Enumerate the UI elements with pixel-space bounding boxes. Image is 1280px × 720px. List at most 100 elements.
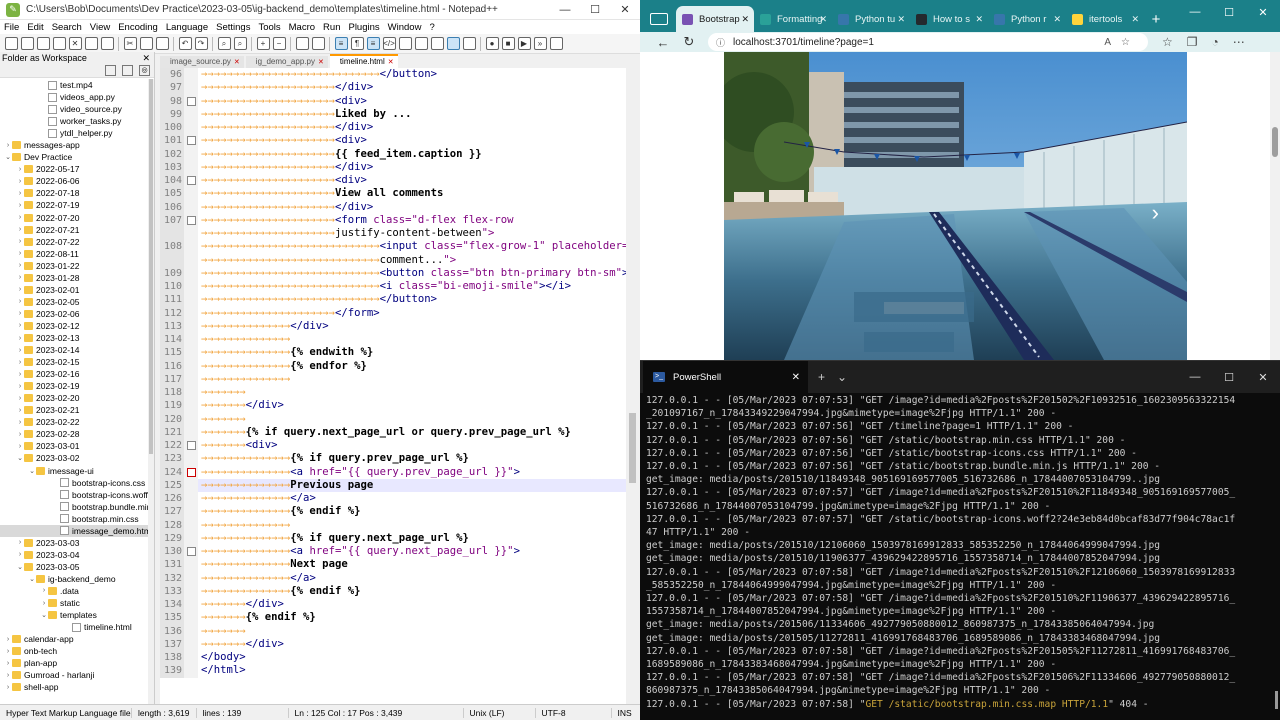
tree-item[interactable]: › 2023-02-16 (0, 368, 148, 380)
new-tab-button[interactable]: + (1144, 6, 1168, 32)
browser-tab[interactable]: Python r ✕ (988, 6, 1066, 32)
tree-item[interactable]: › 2023-02-20 (0, 392, 148, 404)
tree-item[interactable]: › shell-app (0, 681, 148, 693)
code-editor[interactable]: 96 →→→→→→→→→→→→→→→→→→→→→→→→→→→→</button> 9… (160, 68, 626, 704)
menu-item-plugins[interactable]: Plugins (348, 22, 379, 33)
tree-item[interactable]: › calendar-app (0, 633, 148, 645)
back-icon[interactable]: ← (650, 35, 676, 50)
function-list-icon[interactable] (414, 37, 428, 50)
redo-icon[interactable]: ↷ (194, 37, 208, 50)
tree-item[interactable]: › 2023-02-12 (0, 320, 148, 332)
collections-icon[interactable]: ❐ (1187, 35, 1212, 49)
minimize-icon[interactable]: — (1178, 6, 1212, 19)
replace-icon[interactable]: ⌕ (233, 37, 247, 50)
tab-close-icon[interactable]: ✕ (975, 14, 983, 25)
doc-switcher-icon[interactable] (446, 37, 460, 50)
expand-icon[interactable]: › (16, 322, 24, 329)
close-icon[interactable]: ✕ (1246, 371, 1280, 384)
tree-item[interactable]: › 2023-02-28 (0, 428, 148, 440)
expand-icon[interactable]: › (16, 214, 24, 221)
expand-icon[interactable]: › (16, 262, 24, 269)
fold-marker-icon[interactable] (184, 94, 198, 108)
expand-icon[interactable]: › (16, 238, 24, 245)
save-icon[interactable] (36, 37, 50, 50)
menu-item-macro[interactable]: Macro (289, 22, 315, 33)
expand-icon[interactable]: › (16, 383, 24, 390)
tree-item[interactable]: › 2023-02-14 (0, 344, 148, 356)
fold-marker-icon[interactable] (184, 134, 198, 148)
tree-item[interactable]: › Gumroad - harlanji (0, 669, 148, 681)
panel-close-icon[interactable]: ✕ (142, 53, 154, 64)
language-icon[interactable]: </> (382, 37, 396, 50)
tree-item[interactable]: ⌄ templates (0, 609, 148, 621)
tree-item[interactable]: › onb-tech (0, 645, 148, 657)
fold-all-icon[interactable] (122, 65, 133, 76)
tree-item[interactable]: ⌄ Dev Practice (0, 151, 148, 163)
stop-macro-icon[interactable]: ■ (501, 37, 515, 50)
tree-item[interactable]: › 2022-07-20 (0, 212, 148, 224)
print-icon[interactable] (100, 37, 114, 50)
expand-icon[interactable]: ⌄ (16, 454, 24, 462)
fold-marker-icon[interactable] (184, 213, 198, 227)
menu-item-encoding[interactable]: Encoding (118, 22, 158, 33)
tab-close-icon[interactable]: ✕ (234, 59, 240, 66)
tab-close-icon[interactable]: ✕ (897, 14, 905, 25)
tree-item[interactable]: videos_app.py (0, 91, 148, 103)
sync-horizontal-icon[interactable] (311, 37, 325, 50)
tab-close-icon[interactable]: ✕ (741, 14, 749, 25)
zoom-out-icon[interactable]: − (272, 37, 286, 50)
tab-close-icon[interactable]: ✕ (819, 14, 827, 25)
tab-close-icon[interactable]: ✕ (1053, 14, 1061, 25)
expand-icon[interactable]: › (16, 274, 24, 281)
site-info-icon[interactable]: ⓘ (716, 36, 725, 49)
fold-marker-icon[interactable] (184, 439, 198, 453)
editor-scrollbar[interactable] (626, 68, 640, 704)
zoom-in-icon[interactable]: + (256, 37, 270, 50)
tree-item[interactable]: › 2023-02-22 (0, 416, 148, 428)
carousel-next-icon[interactable]: › (1152, 202, 1159, 224)
expand-icon[interactable]: › (4, 142, 12, 149)
indent-guide-icon[interactable]: ≡ (366, 37, 380, 50)
expand-icon[interactable]: ⌄ (4, 153, 12, 161)
more-icon[interactable]: ⋯ (1233, 35, 1259, 49)
tree-item[interactable]: › static (0, 597, 148, 609)
tree-item[interactable]: › messages-app (0, 139, 148, 151)
dropdown-icon[interactable]: ⌄ (837, 370, 859, 384)
scrollbar-thumb[interactable] (629, 413, 636, 483)
record-macro-icon[interactable]: ● (485, 37, 499, 50)
cut-icon[interactable]: ✂ (123, 37, 137, 50)
expand-icon[interactable]: › (16, 551, 24, 558)
editor-tab[interactable]: timeline.html ✕ (329, 54, 398, 68)
fold-marker-icon[interactable] (184, 545, 198, 559)
profile-icon[interactable]: ◔ (1212, 35, 1233, 49)
find-icon[interactable]: ⌕ (217, 37, 231, 50)
close-tab-icon[interactable]: ✕ (792, 372, 800, 383)
tree-item[interactable]: › plan-app (0, 657, 148, 669)
tree-item[interactable]: › 2022-07-19 (0, 199, 148, 211)
scrollbar-thumb[interactable] (149, 79, 153, 454)
expand-icon[interactable]: › (40, 600, 48, 607)
expand-icon[interactable]: › (16, 407, 24, 414)
play-macro-icon[interactable]: ▶ (517, 37, 531, 50)
favorites-icon[interactable]: ☆ (1162, 35, 1187, 49)
save-all-icon[interactable] (52, 37, 66, 50)
close-file-icon[interactable]: ✕ (68, 37, 82, 50)
tree-item[interactable]: › 2023-02-15 (0, 356, 148, 368)
menu-item-settings[interactable]: Settings (216, 22, 250, 33)
read-aloud-icon[interactable]: A (1104, 37, 1121, 48)
new-tab-icon[interactable]: + (818, 370, 837, 384)
menu-item-file[interactable]: File (4, 22, 19, 33)
tab-close-icon[interactable]: ✕ (388, 59, 394, 66)
expand-icon[interactable]: › (4, 636, 12, 643)
maximize-icon[interactable]: ☐ (1212, 6, 1246, 19)
browser-tab[interactable]: Bootstrap ✕ (676, 6, 754, 32)
favorite-add-icon[interactable]: ☆ (1121, 37, 1140, 48)
tree-item[interactable]: › 2022-06-06 (0, 175, 148, 187)
tree-item[interactable]: › 2023-01-28 (0, 272, 148, 284)
browser-tab[interactable]: How to s ✕ (910, 6, 988, 32)
tree-item[interactable]: › .data (0, 585, 148, 597)
menu-item-[interactable]: ? (429, 22, 434, 33)
expand-icon[interactable]: › (16, 431, 24, 438)
tree-item[interactable]: bootstrap.min.css (0, 513, 148, 525)
expand-icon[interactable]: › (16, 347, 24, 354)
